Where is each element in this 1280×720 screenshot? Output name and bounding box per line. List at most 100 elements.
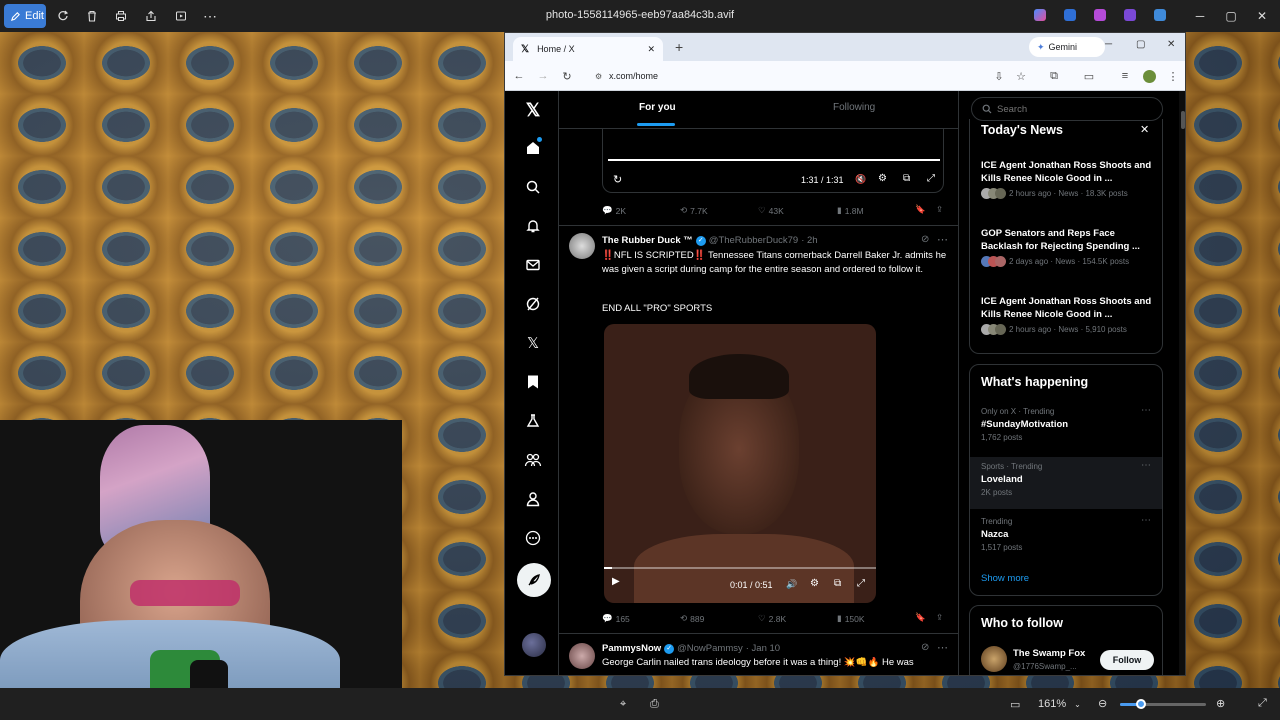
- share-post-icon-2[interactable]: ⇪: [936, 612, 943, 623]
- bookmark-star-icon[interactable]: ☆: [1013, 68, 1029, 84]
- trend-more-icon[interactable]: ⋯: [1141, 515, 1151, 526]
- messages-icon[interactable]: [522, 254, 544, 276]
- browser-close-icon[interactable]: ✕: [1167, 39, 1175, 50]
- new-tab-icon[interactable]: +: [675, 39, 683, 55]
- browser-menu-icon[interactable]: ⋮: [1165, 68, 1181, 84]
- account-avatar[interactable]: [522, 633, 546, 657]
- settings-icon[interactable]: ⚙: [878, 173, 887, 184]
- more-icon[interactable]: ⋯: [195, 4, 225, 28]
- search-input[interactable]: [997, 103, 1147, 115]
- reply-button[interactable]: 💬 2K: [602, 205, 626, 216]
- news-item[interactable]: GOP Senators and Reps Face Backlash for …: [981, 227, 1153, 267]
- repost-button[interactable]: ⟲ 7.7K: [680, 205, 708, 216]
- tab-for-you[interactable]: For you: [639, 102, 676, 113]
- forward-icon[interactable]: →: [535, 68, 551, 84]
- profile-icon[interactable]: [522, 488, 544, 510]
- tab-close-icon[interactable]: ✕: [647, 44, 655, 55]
- trend-item[interactable]: Trending Nazca 1,517 posts ⋯: [981, 515, 1153, 552]
- extensions-icon[interactable]: ⧉: [1046, 68, 1062, 84]
- copilot-icon[interactable]: [1034, 9, 1046, 21]
- bookmark-post-icon[interactable]: 🔖: [915, 204, 926, 215]
- post-handle[interactable]: @TheRubberDuck79: [709, 235, 798, 246]
- repost-button-2[interactable]: ⟲ 889: [680, 613, 704, 624]
- close-news-icon[interactable]: ✕: [1140, 123, 1149, 136]
- profile-avatar-icon[interactable]: [1141, 68, 1157, 84]
- bookmark-post-icon-2[interactable]: 🔖: [915, 612, 926, 623]
- site-info-icon[interactable]: ⚙: [595, 72, 602, 81]
- tab-following[interactable]: Following: [833, 102, 875, 113]
- zoom-out-icon[interactable]: ⊖: [1098, 697, 1107, 710]
- browser-minimize-icon[interactable]: ─: [1105, 39, 1112, 50]
- gemini-button[interactable]: ✦ Gemini: [1029, 37, 1105, 57]
- avatar[interactable]: [981, 646, 1007, 672]
- ocr-icon[interactable]: ⎙: [650, 698, 659, 711]
- bookmarks-icon[interactable]: [522, 371, 544, 393]
- like-button-2[interactable]: ♡ 2.8K: [758, 613, 786, 624]
- post-handle-2[interactable]: @NowPammsy: [677, 643, 743, 654]
- reload-icon[interactable]: ↻: [559, 68, 575, 84]
- app-icon-2[interactable]: [1094, 9, 1106, 21]
- share-icon[interactable]: [136, 4, 166, 28]
- video-player-1[interactable]: ↻ 1:31 / 1:31 🔇 ⚙ ⧉ ⤢: [602, 127, 944, 193]
- pip-icon[interactable]: ⧉: [903, 173, 910, 184]
- video-progress-bar[interactable]: [608, 159, 940, 161]
- post-compose-button[interactable]: [517, 563, 551, 597]
- grok-post-icon[interactable]: ⊘: [921, 234, 929, 245]
- video-fullscreen-icon[interactable]: ⤢: [857, 578, 865, 589]
- app-icon-1[interactable]: [1064, 9, 1076, 21]
- volume-icon[interactable]: 🔊: [786, 579, 797, 590]
- wtf-name[interactable]: The Swamp Fox: [1013, 648, 1085, 659]
- zoom-slider[interactable]: [1120, 699, 1206, 709]
- slideshow-icon[interactable]: [166, 4, 196, 28]
- notifications-icon[interactable]: [522, 215, 544, 237]
- scrollbar-thumb[interactable]: [1181, 111, 1185, 129]
- tab-home-x[interactable]: 𝕏 Home / X ✕: [513, 37, 663, 61]
- mute-icon[interactable]: 🔇: [855, 174, 866, 185]
- post-more-icon[interactable]: ⋯: [937, 233, 948, 246]
- back-icon[interactable]: ←: [511, 68, 527, 84]
- zoom-in-icon[interactable]: ⊕: [1216, 697, 1225, 710]
- like-button[interactable]: ♡ 43K: [758, 205, 784, 216]
- print-icon[interactable]: [106, 4, 136, 28]
- premium-x-icon[interactable]: 𝕏: [522, 332, 544, 354]
- trash-icon[interactable]: [77, 4, 107, 28]
- avatar[interactable]: [569, 233, 595, 259]
- jobs-icon[interactable]: [522, 410, 544, 432]
- zoom-select[interactable]: 161% ⌄: [1030, 693, 1084, 715]
- post-more-icon-2[interactable]: ⋯: [937, 641, 948, 654]
- video-settings-icon[interactable]: ⚙: [810, 578, 819, 589]
- share-post-icon[interactable]: ⇪: [936, 204, 943, 215]
- trend-item[interactable]: Only on X · Trending #SundayMotivation 1…: [981, 405, 1153, 442]
- fit-window-icon[interactable]: ▭: [1010, 698, 1020, 711]
- search-box[interactable]: [971, 97, 1163, 121]
- edit-button[interactable]: Edit: [4, 4, 46, 28]
- maximize-icon[interactable]: ▢: [1215, 0, 1247, 32]
- expand-icon[interactable]: ⤢: [1258, 697, 1267, 710]
- install-app-icon[interactable]: ⇩: [991, 68, 1007, 84]
- replay-icon[interactable]: ↻: [613, 173, 622, 186]
- trend-more-icon[interactable]: ⋯: [1141, 405, 1151, 416]
- video-player-2[interactable]: ▶ 0:01 / 0:51 🔊 ⚙ ⧉ ⤢: [604, 324, 876, 603]
- scrollbar[interactable]: [1179, 91, 1185, 675]
- minimize-icon[interactable]: ─: [1184, 0, 1216, 32]
- views-button-2[interactable]: ▮ 150K: [837, 613, 865, 624]
- close-icon[interactable]: ✕: [1246, 0, 1278, 32]
- more-options-icon[interactable]: [522, 527, 544, 549]
- reply-button-2[interactable]: 💬 165: [602, 613, 630, 624]
- browser-maximize-icon[interactable]: ▢: [1136, 39, 1145, 50]
- communities-icon[interactable]: [522, 449, 544, 471]
- show-more-link[interactable]: Show more: [981, 573, 1029, 584]
- follow-button[interactable]: Follow: [1100, 650, 1154, 670]
- x-home-logo-icon[interactable]: 𝕏: [522, 99, 544, 121]
- address-bar[interactable]: ⚙ x.com/home: [589, 65, 979, 87]
- play-icon[interactable]: ▶: [612, 576, 620, 587]
- reading-list-icon[interactable]: ≡: [1117, 68, 1133, 84]
- zoom-slider-thumb[interactable]: [1136, 699, 1146, 709]
- explore-search-icon[interactable]: [522, 176, 544, 198]
- app-icon-4[interactable]: [1154, 9, 1166, 21]
- post-author[interactable]: The Rubber Duck ™: [602, 235, 693, 246]
- fullscreen-icon[interactable]: ⤢: [927, 173, 935, 184]
- views-button[interactable]: ▮ 1.8M: [837, 205, 864, 216]
- avatar[interactable]: [569, 643, 595, 669]
- rotate-icon[interactable]: [48, 4, 78, 28]
